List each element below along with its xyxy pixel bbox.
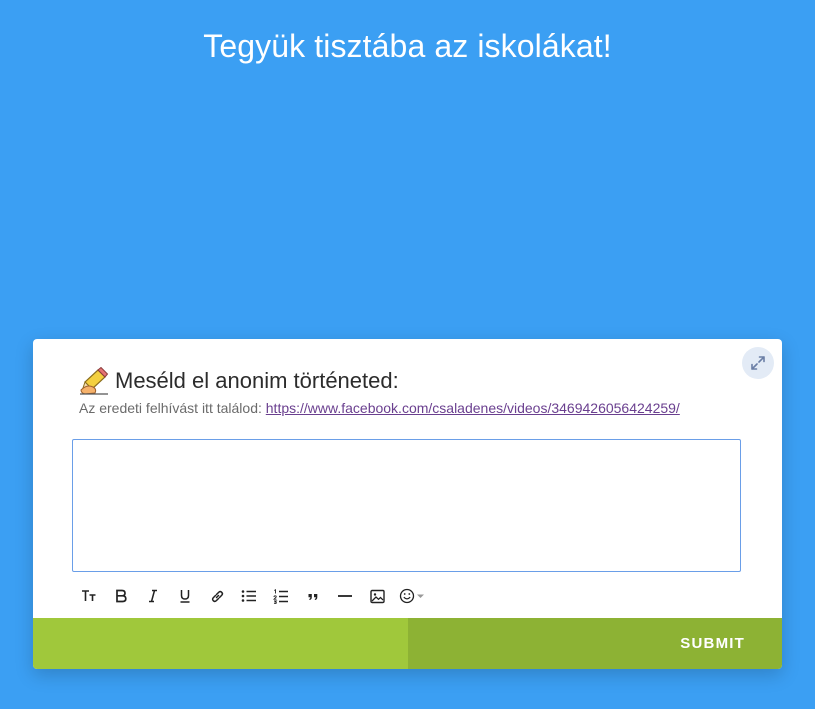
description-text: Az eredeti felhívást itt találod:: [79, 400, 262, 416]
image-icon: [369, 589, 385, 603]
text-size-button[interactable]: [77, 584, 101, 608]
bullet-list-button[interactable]: [237, 584, 261, 608]
link-button[interactable]: [205, 584, 229, 608]
writing-hand-icon: [80, 367, 109, 395]
numbered-list-button[interactable]: [269, 584, 293, 608]
facebook-video-link[interactable]: https://www.facebook.com/csaladenes/vide…: [266, 400, 680, 416]
bullet-list-icon: [241, 590, 256, 602]
question-label: Meséld el anonim történeted:: [115, 368, 399, 393]
quote-icon: [308, 594, 318, 600]
italic-button[interactable]: [141, 584, 165, 608]
horizontal-rule-button[interactable]: [333, 584, 357, 608]
underline-button[interactable]: [173, 584, 197, 608]
formatting-toolbar: [77, 584, 441, 608]
progress-bar-fill: [33, 618, 408, 669]
horizontal-rule-icon: [338, 595, 352, 597]
question-title: Meséld el anonim történeted:: [79, 367, 399, 395]
link-icon: [211, 590, 223, 602]
expand-button[interactable]: [742, 347, 774, 379]
emoji-button[interactable]: [397, 584, 433, 608]
submit-button[interactable]: SUBMIT: [408, 618, 782, 669]
form-footer: SUBMIT: [33, 618, 782, 669]
bold-button[interactable]: [109, 584, 133, 608]
italic-icon: [149, 589, 157, 603]
underline-icon: [180, 590, 190, 603]
quote-button[interactable]: [301, 584, 325, 608]
emoji-icon: [399, 588, 424, 604]
image-button[interactable]: [365, 584, 389, 608]
numbered-list-icon: [273, 588, 288, 604]
expand-icon: [751, 356, 765, 370]
question-description: Az eredeti felhívást itt találod: https:…: [79, 400, 680, 416]
answer-textarea[interactable]: [72, 439, 741, 572]
form-card: Meséld el anonim történeted: Az eredeti …: [33, 339, 782, 669]
text-size-icon: [82, 590, 96, 601]
bold-icon: [116, 589, 127, 603]
page-title: Tegyük tisztába az iskolákat!: [203, 28, 612, 64]
